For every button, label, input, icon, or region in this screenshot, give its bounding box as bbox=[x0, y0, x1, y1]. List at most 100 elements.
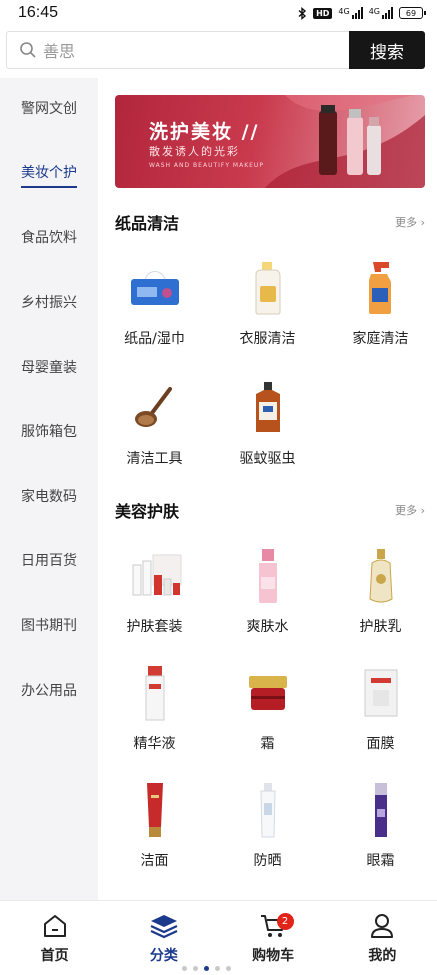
nav-home[interactable]: 首页 bbox=[0, 901, 109, 975]
search-bar: 善思 搜索 bbox=[6, 31, 425, 69]
section-header-skincare: 美容护肤 更多 › bbox=[115, 498, 425, 522]
category-item-tissue[interactable]: 纸品/湿巾 bbox=[98, 258, 211, 348]
sidebar-item-label: 乡村振兴 bbox=[21, 295, 77, 312]
spray-bottle-icon bbox=[351, 258, 411, 318]
skincare-set-icon bbox=[125, 546, 185, 606]
page-dot bbox=[215, 966, 220, 971]
search-button[interactable]: 搜索 bbox=[349, 31, 425, 69]
category-item-essence[interactable]: 精华液 bbox=[98, 663, 211, 753]
category-item-skincare-set[interactable]: 护肤套装 bbox=[98, 546, 211, 636]
category-item-label: 驱蚊驱虫 bbox=[239, 451, 296, 467]
toner-bottle-icon bbox=[238, 546, 298, 606]
category-item-toner[interactable]: 爽肤水 bbox=[211, 546, 324, 636]
page-dot bbox=[226, 966, 231, 971]
bottom-navigation: 首页 分类 2 购物车 我的 bbox=[0, 900, 437, 975]
category-item-cleanser[interactable]: 洁面 bbox=[98, 780, 211, 870]
sidebar-item-label: 美妆个护 bbox=[21, 162, 77, 188]
section-more-link[interactable]: 更多 › bbox=[395, 502, 425, 518]
status-bar: 16:45 HD 4G 4G 69 bbox=[0, 0, 437, 26]
category-item-lotion[interactable]: 护肤乳 bbox=[324, 546, 437, 636]
sidebar-item-label: 办公用品 bbox=[21, 682, 77, 699]
nav-category[interactable]: 分类 bbox=[109, 901, 218, 975]
laundry-bottle-icon bbox=[238, 258, 298, 318]
sidebar-item-label: 母婴童装 bbox=[21, 359, 77, 376]
nav-label: 我的 bbox=[368, 948, 397, 964]
category-item-label: 护肤套装 bbox=[126, 619, 183, 635]
sidebar-item-label: 图书期刊 bbox=[21, 618, 77, 635]
sidebar-item-label: 日用百货 bbox=[21, 553, 77, 570]
category-item-label: 护肤乳 bbox=[359, 619, 402, 635]
category-item-label: 家庭清洁 bbox=[352, 331, 409, 347]
page-dot bbox=[182, 966, 187, 971]
search-placeholder: 善思 bbox=[43, 42, 76, 61]
sidebar-item-daily[interactable]: 日用百货 bbox=[0, 530, 98, 595]
category-item-label: 纸品/湿巾 bbox=[124, 331, 185, 347]
section-header-paper-cleaning: 纸品清洁 更多 › bbox=[115, 210, 425, 234]
nav-mine[interactable]: 我的 bbox=[328, 901, 437, 975]
category-content: 洗护美妆 // 散发诱人的光彩 WASH AND BEAUTIFY MAKEUP… bbox=[98, 78, 437, 900]
disinfectant-bottle-icon bbox=[238, 378, 298, 438]
sidebar-item-office[interactable]: 办公用品 bbox=[0, 659, 98, 724]
banner-subtitle: 散发诱人的光彩 bbox=[149, 145, 240, 158]
category-item-label: 霜 bbox=[260, 736, 275, 752]
hd-badge: HD bbox=[313, 7, 333, 19]
banner-english: WASH AND BEAUTIFY MAKEUP bbox=[149, 162, 264, 169]
user-icon bbox=[371, 914, 394, 938]
category-sidebar: 警网文创 美妆个护 食品饮料 乡村振兴 母婴童装 服饰箱包 家电数码 日用百货 … bbox=[0, 78, 98, 900]
sidebar-item-beauty[interactable]: 美妆个护 bbox=[0, 143, 98, 208]
category-item-eye-cream[interactable]: 眼霜 bbox=[324, 780, 437, 870]
category-item-home-cleaning[interactable]: 家庭清洁 bbox=[324, 258, 437, 348]
cream-jar-icon bbox=[238, 663, 298, 723]
signal-icon-1: 4G bbox=[338, 7, 363, 19]
category-item-label: 清洁工具 bbox=[126, 451, 183, 467]
nav-cart[interactable]: 2 购物车 bbox=[219, 901, 328, 975]
category-item-sunscreen[interactable]: 防晒 bbox=[211, 780, 324, 870]
bluetooth-icon bbox=[298, 6, 307, 20]
face-mask-icon bbox=[351, 663, 411, 723]
category-item-label: 衣服清洁 bbox=[239, 331, 296, 347]
category-item-label: 精华液 bbox=[133, 736, 176, 752]
page-dot bbox=[193, 966, 198, 971]
cleanser-tube-icon bbox=[125, 780, 185, 840]
category-item-label: 洁面 bbox=[140, 853, 169, 869]
page-dot-active bbox=[204, 966, 209, 971]
lotion-bottle-icon bbox=[351, 546, 411, 606]
sidebar-item-apparel[interactable]: 服饰箱包 bbox=[0, 401, 98, 466]
section-more-link[interactable]: 更多 › bbox=[395, 214, 425, 230]
home-icon bbox=[43, 915, 66, 937]
battery-icon: 69 bbox=[399, 7, 426, 19]
eye-cream-icon bbox=[351, 780, 411, 840]
category-item-label: 防晒 bbox=[253, 853, 282, 869]
sidebar-item-label: 食品饮料 bbox=[21, 230, 77, 247]
essence-bottle-icon bbox=[125, 663, 185, 723]
banner-title: 洗护美妆 // bbox=[149, 121, 260, 143]
sidebar-item-label: 家电数码 bbox=[21, 488, 77, 505]
category-item-label: 爽肤水 bbox=[246, 619, 289, 635]
sidebar-item-food[interactable]: 食品饮料 bbox=[0, 207, 98, 272]
sidebar-item-baby[interactable]: 母婴童装 bbox=[0, 336, 98, 401]
scrub-brush-icon bbox=[125, 378, 185, 438]
nav-label: 分类 bbox=[149, 948, 178, 964]
category-item-label: 眼霜 bbox=[366, 853, 395, 869]
category-item-insect-repellent[interactable]: 驱蚊驱虫 bbox=[211, 378, 324, 468]
banner-product-bottles bbox=[319, 105, 381, 175]
status-icons: HD 4G 4G 69 bbox=[298, 6, 426, 20]
sidebar-item-rural[interactable]: 乡村振兴 bbox=[0, 272, 98, 337]
tissue-box-icon bbox=[125, 258, 185, 318]
status-time: 16:45 bbox=[18, 4, 59, 21]
category-item-cleaning-tools[interactable]: 清洁工具 bbox=[98, 378, 211, 468]
layers-icon bbox=[150, 915, 178, 939]
category-item-cream[interactable]: 霜 bbox=[211, 663, 324, 753]
section-title: 纸品清洁 bbox=[115, 214, 180, 233]
sidebar-item-electronics[interactable]: 家电数码 bbox=[0, 466, 98, 531]
category-item-laundry[interactable]: 衣服清洁 bbox=[211, 258, 324, 348]
nav-label: 购物车 bbox=[252, 948, 295, 964]
sunscreen-bottle-icon bbox=[238, 780, 298, 840]
signal-icon-2: 4G bbox=[369, 7, 393, 19]
sidebar-item-label: 警网文创 bbox=[21, 101, 77, 118]
category-item-face-mask[interactable]: 面膜 bbox=[324, 663, 437, 753]
search-input[interactable]: 善思 bbox=[6, 31, 349, 69]
sidebar-item-books[interactable]: 图书期刊 bbox=[0, 595, 98, 660]
promo-banner[interactable]: 洗护美妆 // 散发诱人的光彩 WASH AND BEAUTIFY MAKEUP bbox=[115, 95, 425, 188]
sidebar-item-police-culture[interactable]: 警网文创 bbox=[0, 78, 98, 143]
